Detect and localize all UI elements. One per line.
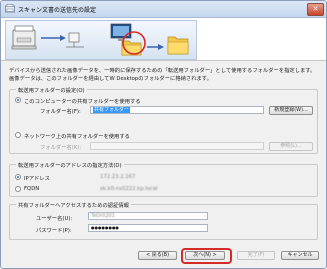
back-button[interactable]: < 戻る(B) — [138, 251, 177, 260]
close-button[interactable]: ✕ — [307, 3, 324, 16]
cancel-button[interactable]: キャンセル — [281, 251, 319, 260]
description-line-2: 画像データは、このフォルダーを経由してW Desktopのフォルダーに格納されま… — [9, 76, 212, 82]
transfer-folder-group: 転送用フォルダーの設定(O) このコンピューターの共有フォルダーを使用する フォ… — [9, 86, 318, 154]
ip-address-radio[interactable] — [15, 174, 21, 180]
auth-group-label: 共有フォルダーへアクセスするための認証情報 — [16, 201, 131, 209]
username-value: TeDr0201 — [91, 213, 115, 219]
ip-address-label[interactable]: IPアドレス — [24, 174, 50, 182]
scan-app-icon — [5, 4, 15, 13]
next-button[interactable]: 次へ(N) > — [185, 251, 225, 260]
setup-dialog: スキャン文書の送信先の設定 ✕ デバイスから送信された画像データを、一時的に保存… — [0, 0, 327, 269]
destination-folder-icon — [167, 36, 189, 55]
title-bar: スキャン文書の送信先の設定 ✕ — [1, 1, 326, 18]
browse-button: 参照(L)... — [269, 142, 313, 151]
fqdn-label[interactable]: FQDN — [24, 186, 39, 192]
fqdn-radio[interactable] — [15, 186, 21, 192]
fqdn-value: sk.k0-ns0222.kp.local — [100, 186, 158, 192]
new-folder-button[interactable]: 新規登録(W)... — [269, 106, 313, 115]
window-title: スキャン文書の送信先の設定 — [18, 7, 97, 14]
multifunction-device-icon — [11, 25, 37, 50]
username-input[interactable]: TeDr0201 — [88, 212, 208, 220]
network-folder-name-input — [90, 142, 264, 150]
password-label: パスワード(P): — [36, 228, 72, 234]
folder-name-label: フォルダー名(F): — [40, 109, 81, 115]
use-network-share-radio[interactable] — [15, 132, 21, 138]
finish-button: 完了(F) — [237, 251, 275, 260]
header-divider — [1, 60, 326, 61]
folder-name-combo[interactable]: 共有フォルダー — [90, 106, 264, 114]
network-folder-name-label: フォルダー名(K): — [40, 145, 82, 151]
description-text: デバイスから送信された画像データを、一時的に保存するための「転送用フォルダー」と… — [9, 67, 316, 83]
username-label: ユーザー名(U): — [36, 216, 73, 222]
use-local-share-label[interactable]: このコンピューターの共有フォルダーを使用する — [24, 97, 141, 105]
address-spec-group-label: 転送用フォルダーのアドレスの指定方法(D) — [16, 161, 124, 169]
ip-address-value: 172.23.2.167 — [100, 174, 136, 180]
password-value: ●●●●●●●● — [91, 225, 119, 230]
transfer-flow-diagram — [5, 20, 197, 60]
description-line-1: デバイスから送信された画像データを、一時的に保存するための「転送用フォルダー」と… — [9, 68, 316, 74]
use-local-share-radio[interactable] — [15, 97, 21, 103]
address-spec-group: 転送用フォルダーのアドレスの指定方法(D) IPアドレス 172.23.2.16… — [9, 161, 318, 197]
folder-name-value: 共有フォルダー — [93, 107, 131, 113]
password-input[interactable]: ●●●●●●●● — [88, 224, 208, 232]
header-illustration-area — [1, 18, 326, 60]
use-network-share-label[interactable]: ネットワーク上の共有フォルダーを使用する — [24, 132, 130, 140]
transfer-folder-group-label: 転送用フォルダーの設定(O) — [16, 86, 87, 94]
auth-group: 共有フォルダーへアクセスするための認証情報 ユーザー名(U): TeDr0201… — [9, 201, 318, 240]
